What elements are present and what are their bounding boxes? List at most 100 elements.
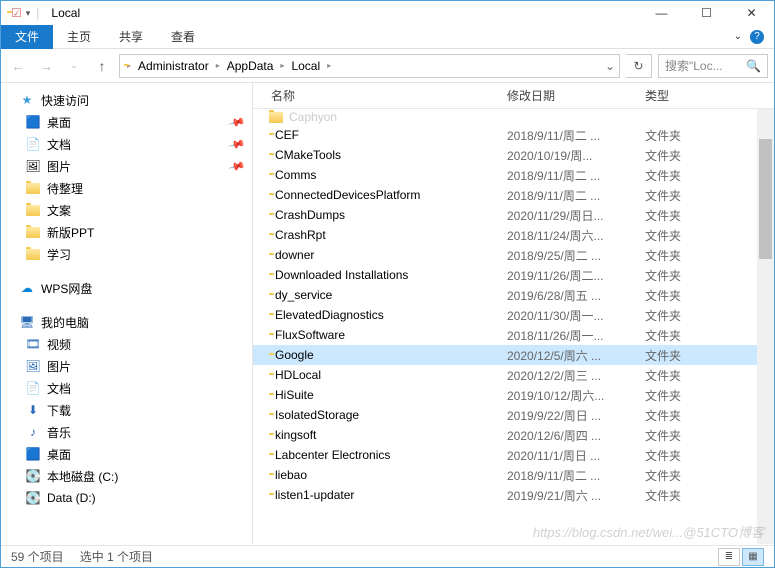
sidebar-item[interactable]: 学习 — [1, 243, 252, 265]
help-icon[interactable]: ? — [750, 30, 764, 44]
pin-icon: 📌 — [228, 157, 246, 175]
desktop-icon: 🟦 — [25, 446, 41, 462]
sidebar-item[interactable]: 🎞视频 — [1, 333, 252, 355]
sidebar-item-label: 桌面 — [47, 446, 71, 463]
history-dropdown-icon[interactable]: ⌄ — [605, 59, 615, 73]
file-row[interactable]: liebao2018/9/11/周二 ...文件夹 — [253, 465, 774, 485]
ribbon-tab-home[interactable]: 主页 — [53, 24, 105, 49]
file-type: 文件夹 — [645, 467, 774, 484]
file-type: 文件夹 — [645, 227, 774, 244]
sidebar-this-pc[interactable]: 🖥 我的电脑 — [1, 311, 252, 333]
file-name: HiSuite — [275, 388, 507, 402]
file-list[interactable]: 名称 修改日期 类型 Caphyon CEF2018/9/11/周二 ...文件… — [253, 83, 774, 544]
chevron-right-icon[interactable]: ▸ — [124, 61, 134, 70]
view-large-button[interactable]: ▦ — [742, 548, 764, 566]
sidebar-item[interactable]: 🖼图片 — [1, 355, 252, 377]
forward-button[interactable]: → — [35, 55, 57, 77]
sidebar-item[interactable]: 📄文档 — [1, 377, 252, 399]
sidebar-item-label: 学习 — [47, 246, 71, 263]
sidebar-item[interactable]: 🖼图片📌 — [1, 155, 252, 177]
scrollbar[interactable] — [757, 109, 774, 544]
file-row[interactable]: ConnectedDevicesPlatform2018/9/11/周二 ...… — [253, 185, 774, 205]
sidebar-item[interactable]: ♪音乐 — [1, 421, 252, 443]
recent-dropdown[interactable]: ⌄ — [63, 55, 85, 77]
sidebar-item-label: WPS网盘 — [41, 280, 92, 297]
sidebar-item[interactable]: ⬇下载 — [1, 399, 252, 421]
refresh-button[interactable]: ↻ — [626, 54, 652, 78]
file-row-truncated[interactable]: Caphyon — [253, 109, 774, 125]
file-date: 2018/9/25/周二 ... — [507, 247, 645, 264]
file-name: CrashRpt — [275, 228, 507, 242]
chevron-right-icon[interactable]: ▸ — [213, 61, 223, 70]
file-row[interactable]: listen1-updater2019/9/21/周六 ...文件夹 — [253, 485, 774, 505]
qat-checkbox-icon[interactable]: ☑ — [11, 6, 22, 20]
back-button[interactable]: ← — [7, 55, 29, 77]
download-icon: ⬇ — [25, 402, 41, 418]
file-type: 文件夹 — [645, 427, 774, 444]
minimize-button[interactable]: — — [639, 1, 684, 25]
ribbon-tab-view[interactable]: 查看 — [157, 24, 209, 49]
sidebar-item[interactable]: 🟦 桌面 — [1, 443, 252, 465]
ribbon-tab-share[interactable]: 共享 — [105, 24, 157, 49]
search-icon: 🔍 — [746, 59, 761, 73]
ribbon-file-tab[interactable]: 文件 — [1, 25, 53, 49]
sidebar-item[interactable]: 新版PPT — [1, 221, 252, 243]
sidebar-quick-access[interactable]: ★ 快速访问 — [1, 89, 252, 111]
sidebar-wps[interactable]: ☁ WPS网盘 — [1, 277, 252, 299]
file-type: 文件夹 — [645, 187, 774, 204]
sidebar-item[interactable]: 💽本地磁盘 (C:) — [1, 465, 252, 487]
file-row[interactable]: Labcenter Electronics2020/11/1/周日 ...文件夹 — [253, 445, 774, 465]
breadcrumb[interactable]: AppData — [223, 59, 278, 73]
scroll-thumb[interactable] — [759, 139, 772, 259]
file-name: Labcenter Electronics — [275, 448, 507, 462]
file-row[interactable]: CMakeTools2020/10/19/周...文件夹 — [253, 145, 774, 165]
sidebar-item-label: 音乐 — [47, 424, 71, 441]
file-date: 2020/12/5/周六 ... — [507, 347, 645, 364]
folder-icon — [25, 180, 41, 196]
file-row[interactable]: CEF2018/9/11/周二 ...文件夹 — [253, 125, 774, 145]
ribbon-collapse-icon[interactable]: ⌄ — [734, 31, 742, 42]
up-button[interactable]: ↑ — [91, 55, 113, 77]
column-header-date[interactable]: 修改日期 — [507, 87, 645, 104]
file-row[interactable]: Comms2018/9/11/周二 ...文件夹 — [253, 165, 774, 185]
file-row[interactable]: downer2018/9/25/周二 ...文件夹 — [253, 245, 774, 265]
file-row[interactable]: dy_service2019/6/28/周五 ...文件夹 — [253, 285, 774, 305]
breadcrumb[interactable]: Local — [287, 59, 324, 73]
file-date: 2020/12/2/周三 ... — [507, 367, 645, 384]
file-row[interactable]: Google2020/12/5/周六 ...文件夹 — [253, 345, 774, 365]
sidebar-item-label: 待整理 — [47, 180, 83, 197]
search-input[interactable]: 搜索"Loc... 🔍 — [658, 54, 768, 78]
file-name: CrashDumps — [275, 208, 507, 222]
file-row[interactable]: HDLocal2020/12/2/周三 ...文件夹 — [253, 365, 774, 385]
sidebar-item[interactable]: 💽Data (D:) — [1, 487, 252, 509]
disk-icon: 💽 — [25, 468, 41, 484]
column-header-type[interactable]: 类型 — [645, 87, 774, 104]
file-row[interactable]: CrashRpt2018/11/24/周六...文件夹 — [253, 225, 774, 245]
file-row[interactable]: FluxSoftware2018/11/26/周一...文件夹 — [253, 325, 774, 345]
chevron-right-icon[interactable]: ▸ — [277, 61, 287, 70]
sidebar-item[interactable]: 🟦桌面📌 — [1, 111, 252, 133]
navigation-pane[interactable]: ★ 快速访问 🟦桌面📌📄文档📌🖼图片📌待整理文案新版PPT学习 ☁ WPS网盘 … — [1, 83, 253, 544]
address-bar[interactable]: ▸ Administrator ▸ AppData ▸ Local ▸ ⌄ — [119, 54, 620, 78]
close-button[interactable]: ✕ — [729, 1, 774, 25]
file-row[interactable]: IsolatedStorage2019/9/22/周日 ...文件夹 — [253, 405, 774, 425]
qat-overflow-icon[interactable]: ▾ — [26, 8, 31, 19]
maximize-button[interactable]: ☐ — [684, 1, 729, 25]
view-details-button[interactable]: ≣ — [718, 548, 740, 566]
breadcrumb[interactable]: Administrator — [134, 59, 213, 73]
chevron-right-icon[interactable]: ▸ — [324, 61, 334, 70]
file-row[interactable]: kingsoft2020/12/6/周四 ...文件夹 — [253, 425, 774, 445]
file-date: 2019/10/12/周六... — [507, 387, 645, 404]
file-row[interactable]: Downloaded Installations2019/11/26/周二...… — [253, 265, 774, 285]
file-name: listen1-updater — [275, 488, 507, 502]
file-date: 2019/9/21/周六 ... — [507, 487, 645, 504]
pin-icon: 📌 — [228, 135, 246, 153]
file-row[interactable]: ElevatedDiagnostics2020/11/30/周一...文件夹 — [253, 305, 774, 325]
sidebar-item[interactable]: 待整理 — [1, 177, 252, 199]
file-row[interactable]: CrashDumps2020/11/29/周日...文件夹 — [253, 205, 774, 225]
sidebar-item-label: 桌面 — [47, 114, 71, 131]
sidebar-item[interactable]: 📄文档📌 — [1, 133, 252, 155]
file-row[interactable]: HiSuite2019/10/12/周六...文件夹 — [253, 385, 774, 405]
column-header-name[interactable]: 名称 — [253, 87, 507, 104]
sidebar-item[interactable]: 文案 — [1, 199, 252, 221]
